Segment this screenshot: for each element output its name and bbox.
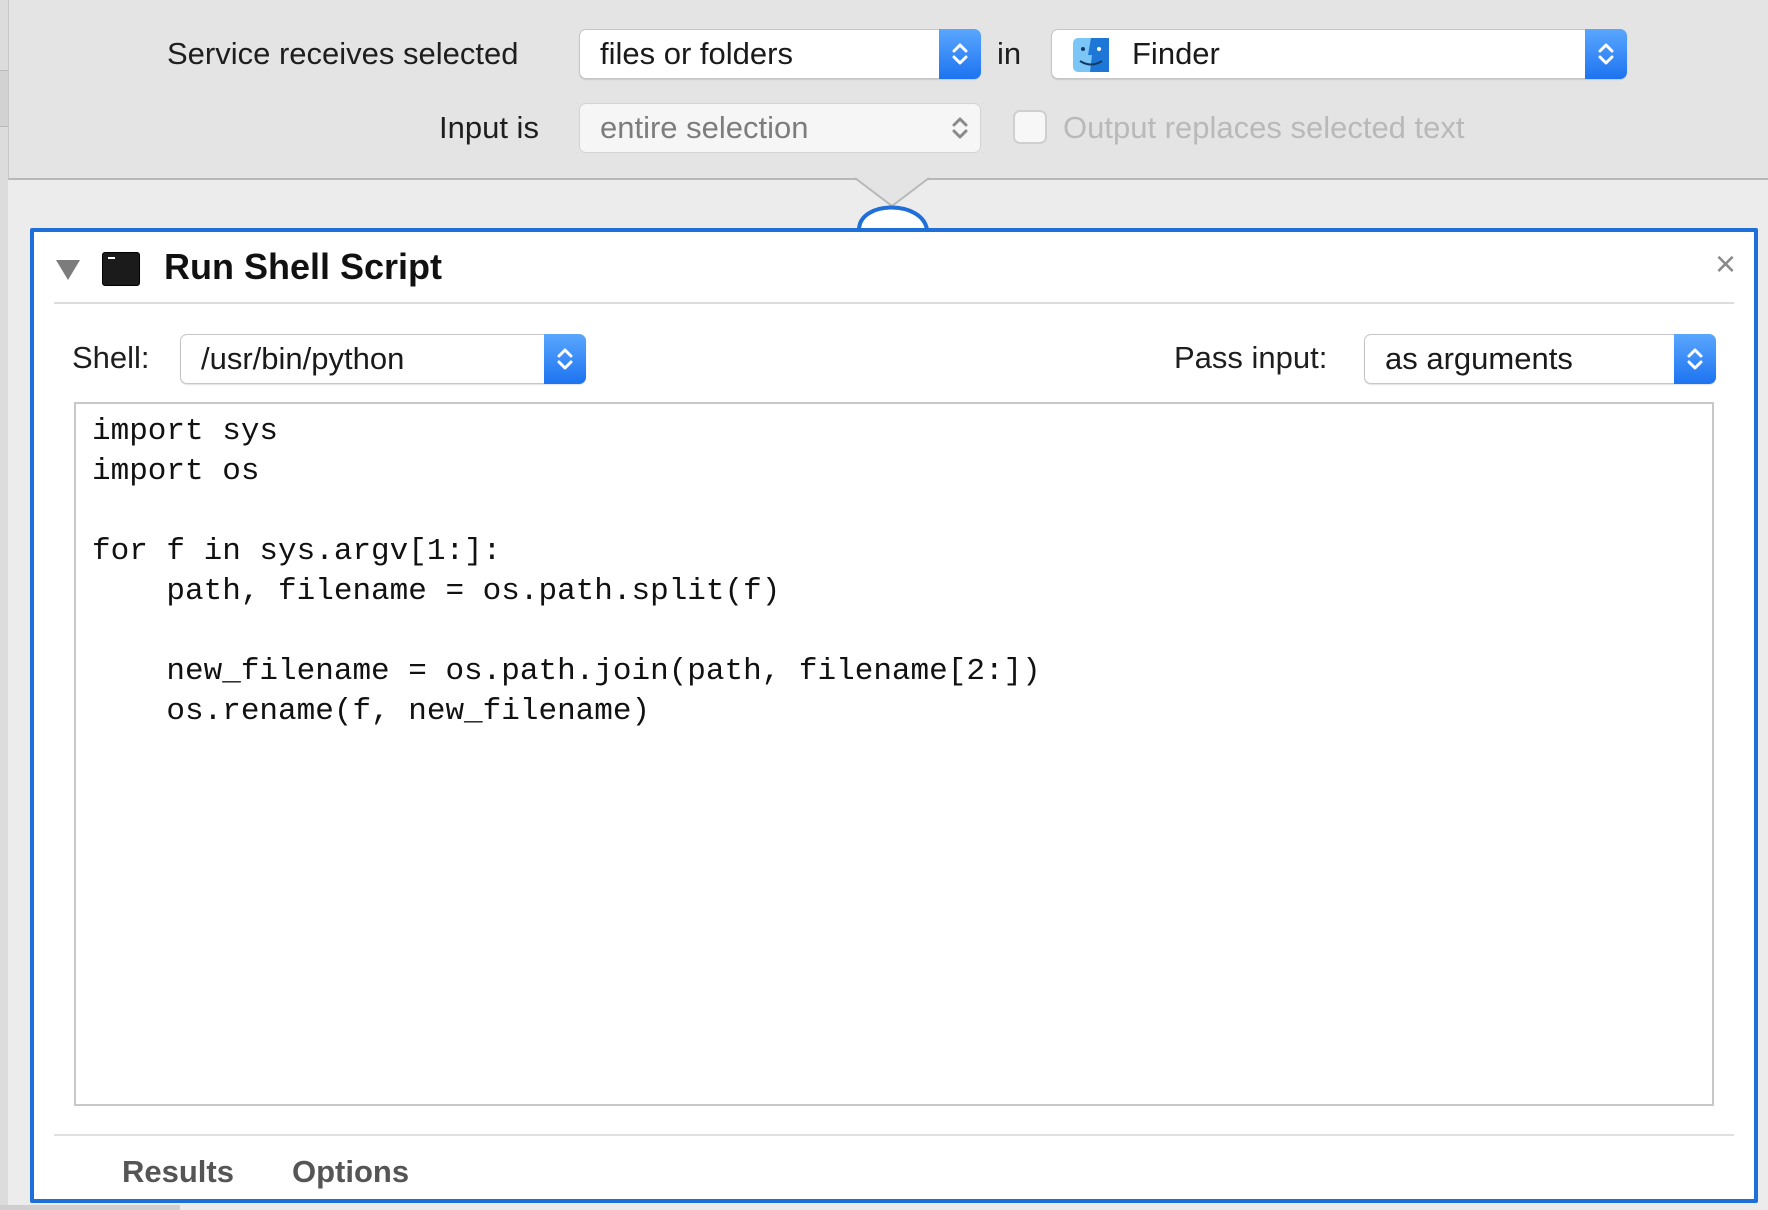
finder-icon	[1072, 37, 1110, 73]
output-replaces-checkbox[interactable]	[1013, 110, 1047, 144]
pass-input-value: as arguments	[1385, 341, 1573, 376]
terminal-icon	[102, 252, 140, 286]
popup-stepper-icon	[1585, 29, 1627, 79]
script-editor[interactable]: import sys import os for f in sys.argv[1…	[74, 402, 1714, 1106]
receives-type-value: files or folders	[600, 36, 793, 71]
window-left-edge	[0, 0, 8, 1210]
run-shell-script-action: Run Shell Script × Shell: /usr/bin/pytho…	[30, 228, 1758, 1203]
disclosure-triangle-icon[interactable]	[56, 260, 80, 280]
close-icon[interactable]: ×	[1715, 246, 1736, 282]
tab-results[interactable]: Results	[122, 1154, 234, 1190]
popup-stepper-icon	[939, 29, 981, 79]
input-is-popup[interactable]: entire selection	[579, 103, 981, 153]
footer-divider	[54, 1134, 1734, 1136]
pass-input-label: Pass input:	[1174, 340, 1328, 375]
receives-type-popup[interactable]: files or folders	[579, 29, 981, 79]
window-bottom-edge	[0, 1205, 180, 1210]
output-replaces-label: Output replaces selected text	[1063, 110, 1465, 145]
action-title: Run Shell Script	[164, 246, 443, 287]
pass-input-popup[interactable]: as arguments	[1364, 334, 1716, 384]
application-popup[interactable]: Finder	[1051, 29, 1627, 79]
popup-stepper-icon	[939, 103, 981, 153]
service-receives-label: Service receives selected	[167, 36, 519, 71]
shell-label: Shell:	[72, 340, 150, 375]
tab-options[interactable]: Options	[292, 1154, 409, 1190]
shell-value: /usr/bin/python	[201, 341, 405, 376]
in-label: in	[997, 36, 1022, 71]
popup-stepper-icon	[544, 334, 586, 384]
popup-stepper-icon	[1674, 334, 1716, 384]
shell-popup[interactable]: /usr/bin/python	[180, 334, 586, 384]
input-is-label: Input is	[439, 110, 539, 145]
action-connector-notch	[855, 177, 930, 231]
title-divider	[54, 302, 1734, 304]
application-value: Finder	[1132, 36, 1220, 71]
service-config-header: Service receives selected files or folde…	[8, 0, 1768, 180]
input-is-value: entire selection	[600, 110, 809, 145]
